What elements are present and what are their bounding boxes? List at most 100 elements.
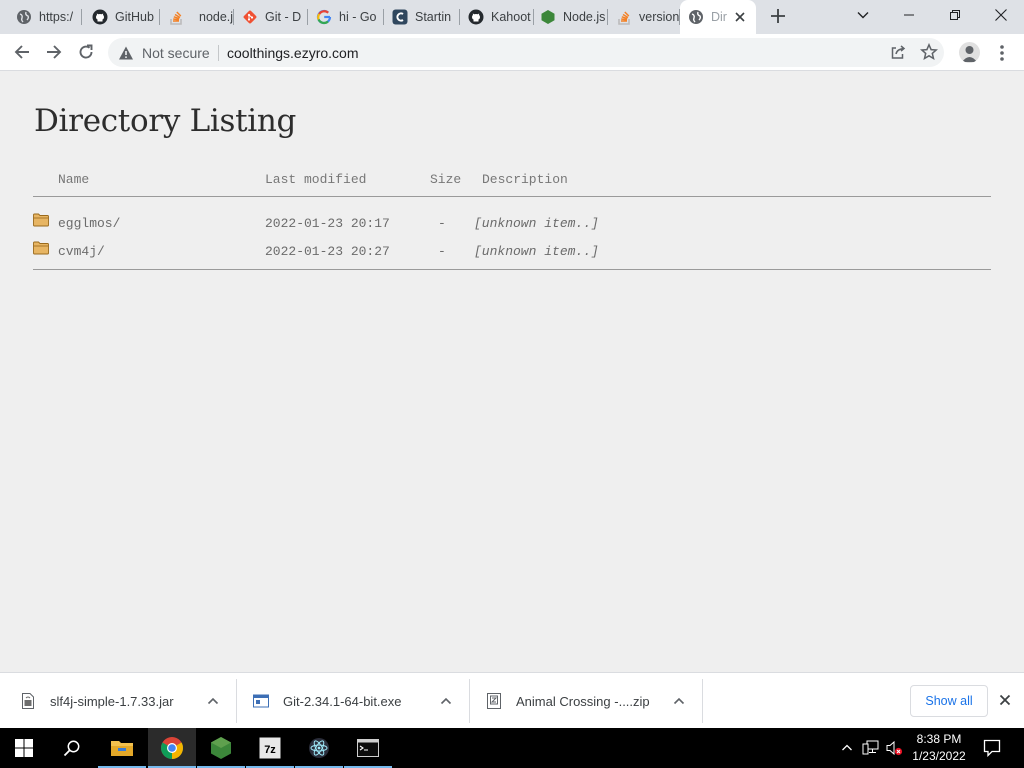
svg-text:7z: 7z bbox=[264, 744, 276, 756]
tab-8[interactable]: Node.js bbox=[534, 0, 608, 34]
download-item[interactable]: slf4j-simple-1.7.33.jar bbox=[20, 673, 235, 729]
url-text[interactable]: coolthings.ezyro.com bbox=[227, 45, 359, 61]
jar-file-icon bbox=[20, 693, 36, 709]
file-description: [unknown item..] bbox=[474, 244, 599, 259]
download-item[interactable]: Animal Crossing -....zip bbox=[486, 673, 701, 729]
person-icon bbox=[962, 46, 977, 62]
tab-title: Dir bbox=[711, 10, 727, 24]
browser-toolbar: Not secure coolthings.ezyro.com bbox=[0, 34, 1024, 71]
chevron-up-icon[interactable] bbox=[206, 694, 220, 713]
tab-title: version bbox=[639, 10, 680, 24]
file-description: [unknown item..] bbox=[474, 216, 599, 231]
restore-icon bbox=[950, 10, 960, 20]
taskbar-chrome[interactable] bbox=[148, 728, 196, 768]
close-window-button[interactable] bbox=[978, 0, 1024, 30]
column-header-description[interactable]: Description bbox=[482, 172, 568, 187]
back-button[interactable] bbox=[9, 39, 35, 65]
profile-avatar[interactable] bbox=[959, 42, 980, 63]
plus-icon bbox=[771, 9, 785, 23]
tab-strip: https:/ GitHub node.js Git - D hi - Go S… bbox=[0, 0, 1024, 34]
warning-triangle-icon[interactable] bbox=[118, 45, 134, 66]
table-row: egglmos/ 2022-01-23 20:17 - [unknown ite… bbox=[0, 212, 1024, 232]
action-center-button[interactable] bbox=[980, 728, 1004, 768]
stackoverflow-icon bbox=[168, 9, 184, 25]
folder-icon bbox=[33, 213, 49, 232]
close-shelf-icon[interactable] bbox=[998, 693, 1012, 712]
chevron-up-icon[interactable] bbox=[439, 694, 453, 713]
column-header-last-modified[interactable]: Last modified bbox=[265, 172, 366, 187]
c-logo-icon bbox=[392, 9, 408, 25]
page-title: Directory Listing bbox=[34, 103, 297, 139]
git-icon bbox=[242, 9, 258, 25]
tab-5[interactable]: hi - Go bbox=[308, 0, 384, 34]
download-shelf: slf4j-simple-1.7.33.jar Git-2.34.1-64-bi… bbox=[0, 672, 1024, 728]
tab-title: hi - Go bbox=[339, 10, 377, 24]
tab-7[interactable]: Kahoot bbox=[460, 0, 534, 34]
tab-title: GitHub bbox=[115, 10, 154, 24]
volume-status[interactable] bbox=[884, 728, 904, 768]
tab-title: node.js bbox=[199, 10, 234, 24]
column-header-name[interactable]: Name bbox=[58, 172, 89, 187]
taskbar-electron[interactable] bbox=[295, 728, 343, 768]
reload-icon bbox=[79, 44, 93, 59]
zip-file-icon bbox=[486, 693, 502, 709]
file-size: - bbox=[438, 244, 446, 259]
footer-divider bbox=[33, 269, 991, 270]
tab-6[interactable]: Startin bbox=[384, 0, 460, 34]
security-status[interactable]: Not secure bbox=[142, 45, 210, 61]
notification-icon bbox=[983, 739, 1001, 757]
divider bbox=[469, 679, 470, 723]
tab-10-active[interactable]: Dir bbox=[680, 0, 756, 34]
nodejs-icon bbox=[540, 9, 556, 25]
download-filename: Animal Crossing -....zip bbox=[516, 693, 650, 709]
browser-menu-button[interactable] bbox=[994, 43, 1010, 63]
tab-search-button[interactable] bbox=[840, 0, 886, 30]
terminal-icon bbox=[357, 739, 379, 757]
system-clock[interactable]: 8:38 PM 1/23/2022 bbox=[904, 731, 974, 765]
reload-button[interactable] bbox=[73, 39, 99, 65]
search-icon bbox=[63, 740, 80, 757]
tab-title: https:/ bbox=[39, 10, 74, 24]
nodejs-icon bbox=[211, 737, 231, 759]
file-name-link[interactable]: egglmos/ bbox=[58, 216, 120, 231]
download-filename: Git-2.34.1-64-bit.exe bbox=[283, 693, 402, 709]
show-hidden-icons-button[interactable] bbox=[838, 728, 856, 768]
taskbar-7zip[interactable]: 7z bbox=[246, 728, 294, 768]
file-name-link[interactable]: cvm4j/ bbox=[58, 244, 105, 259]
taskbar-nodejs[interactable] bbox=[197, 728, 245, 768]
tab-title: Startin bbox=[415, 10, 452, 24]
column-header-size[interactable]: Size bbox=[430, 172, 461, 187]
tab-4[interactable]: Git - D bbox=[234, 0, 308, 34]
tab-2[interactable]: GitHub bbox=[82, 0, 160, 34]
globe-icon bbox=[688, 9, 704, 25]
share-icon[interactable] bbox=[890, 44, 906, 65]
tab-9[interactable]: version bbox=[608, 0, 680, 34]
tab-1[interactable]: https:/ bbox=[0, 0, 82, 34]
address-bar[interactable]: Not secure coolthings.ezyro.com bbox=[108, 38, 944, 67]
google-icon bbox=[316, 9, 332, 25]
tab-3[interactable]: node.js bbox=[160, 0, 234, 34]
minimize-button[interactable] bbox=[886, 0, 932, 30]
close-tab-icon[interactable] bbox=[732, 9, 748, 29]
chevron-up-icon[interactable] bbox=[672, 694, 686, 713]
file-size: - bbox=[438, 216, 446, 231]
search-button[interactable] bbox=[48, 728, 96, 768]
stackoverflow-icon bbox=[616, 9, 632, 25]
new-tab-button[interactable] bbox=[767, 5, 789, 27]
network-status[interactable] bbox=[861, 728, 881, 768]
chevron-down-icon bbox=[857, 12, 869, 19]
last-modified: 2022-01-23 20:27 bbox=[265, 244, 390, 259]
divider bbox=[218, 45, 219, 61]
folder-icon bbox=[33, 241, 49, 260]
taskbar-terminal[interactable] bbox=[344, 728, 392, 768]
bookmark-star-icon[interactable] bbox=[919, 42, 939, 66]
forward-button[interactable] bbox=[41, 39, 67, 65]
restore-button[interactable] bbox=[932, 0, 978, 30]
table-row: cvm4j/ 2022-01-23 20:27 - [unknown item.… bbox=[0, 240, 1024, 260]
last-modified: 2022-01-23 20:17 bbox=[265, 216, 390, 231]
taskbar-file-explorer[interactable] bbox=[98, 728, 146, 768]
show-all-button[interactable]: Show all bbox=[910, 685, 988, 717]
start-button[interactable] bbox=[0, 728, 48, 768]
close-icon bbox=[995, 9, 1007, 21]
download-item[interactable]: Git-2.34.1-64-bit.exe bbox=[253, 673, 468, 729]
